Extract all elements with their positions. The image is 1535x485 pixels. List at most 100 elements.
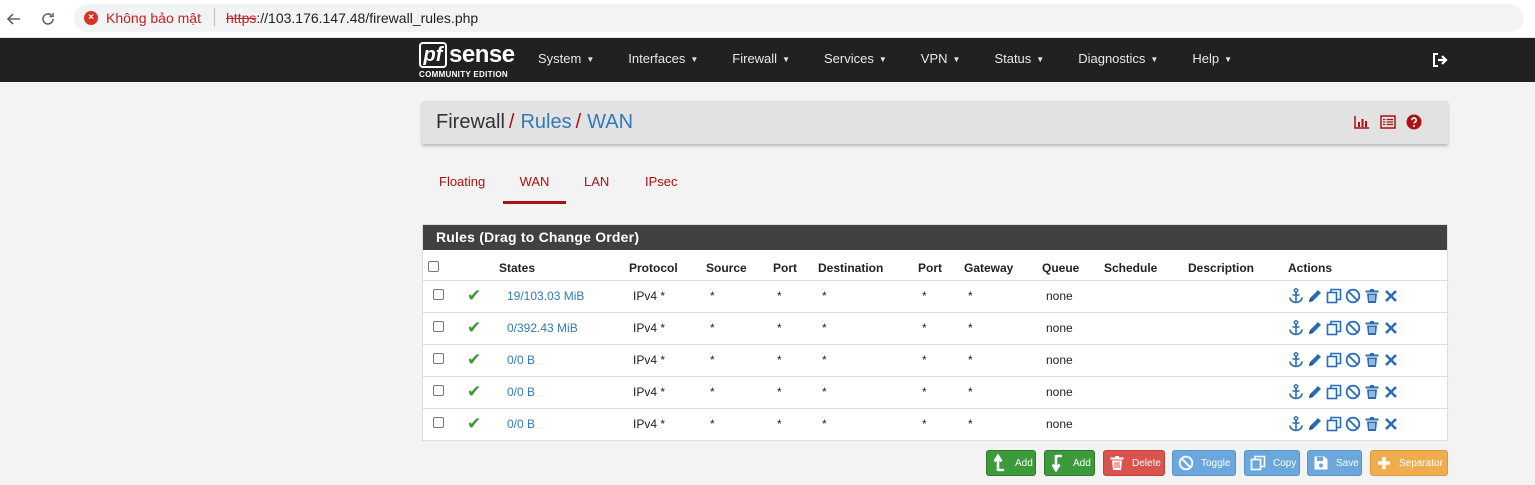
menu-diagnostics[interactable]: Diagnostics ▼ [1078,38,1158,82]
row-queue: none [1042,279,1104,312]
close-icon[interactable] [1383,288,1399,304]
trash-icon[interactable] [1364,352,1380,368]
copy-icon[interactable] [1326,416,1342,432]
url-text[interactable]: https://103.176.147.48/firewall_rules.ph… [226,10,478,26]
anchor-icon[interactable] [1288,288,1304,304]
col-description[interactable]: Description [1188,250,1288,280]
col-source-port[interactable]: Port [773,250,818,280]
col-gateway[interactable]: Gateway [964,250,1042,280]
breadcrumb-rules[interactable]: Rules [520,111,571,133]
col-source[interactable]: Source [706,250,773,280]
col-destination-port[interactable]: Port [918,250,964,280]
trash-icon[interactable] [1364,416,1380,432]
table-row[interactable]: ✔ 19/103.03 MiB IPv4 * * * * * * none [423,279,1449,312]
check-icon[interactable]: ✔ [467,350,481,369]
edit-icon[interactable] [1307,288,1323,304]
pfsense-logo[interactable]: pf sense COMMUNITY EDITION [419,41,515,80]
menu-system[interactable]: System ▼ [538,38,594,82]
add-bottom-button[interactable]: Add [1044,450,1095,476]
check-icon[interactable]: ✔ [467,382,481,401]
row-checkbox[interactable] [433,353,444,364]
table-row[interactable]: ✔ 0/0 B IPv4 * * * * * * none [423,407,1449,440]
row-states[interactable]: 0/392.43 MiB [499,311,629,344]
row-states[interactable]: 0/0 B [499,407,629,440]
col-queue[interactable]: Queue [1042,250,1104,280]
copy-icon[interactable] [1326,288,1342,304]
tab-ipsec[interactable]: IPsec [645,166,678,204]
trash-icon[interactable] [1364,320,1380,336]
menu-interfaces[interactable]: Interfaces ▼ [628,38,698,82]
save-icon [1312,454,1330,472]
check-icon[interactable]: ✔ [467,414,481,433]
copy-icon[interactable] [1326,384,1342,400]
row-destination: * [818,279,918,312]
col-protocol[interactable]: Protocol [629,250,706,280]
copy-icon[interactable] [1326,320,1342,336]
tab-floating[interactable]: Floating [439,166,485,204]
row-checkbox[interactable] [433,417,444,429]
separator-button[interactable]: Separator [1370,450,1448,476]
row-destination: * [818,343,918,376]
row-actions [1288,320,1449,336]
close-icon[interactable] [1383,416,1399,432]
col-states[interactable]: States [499,250,629,280]
menu-vpn[interactable]: VPN ▼ [921,38,961,82]
disable-icon[interactable] [1345,416,1361,432]
row-states[interactable]: 0/0 B [499,375,629,408]
list-icon[interactable] [1380,114,1396,130]
edit-icon[interactable] [1307,320,1323,336]
check-icon[interactable]: ✔ [467,286,481,305]
disable-icon[interactable] [1345,320,1361,336]
close-icon[interactable] [1383,384,1399,400]
delete-button[interactable]: Delete [1103,450,1165,476]
toggle-button[interactable]: Toggle [1172,450,1236,476]
row-checkbox[interactable] [433,385,444,396]
trash-icon[interactable] [1364,384,1380,400]
bar-chart-icon[interactable] [1354,114,1370,130]
edit-icon[interactable] [1307,352,1323,368]
breadcrumb-wan[interactable]: WAN [587,111,633,133]
menu-firewall[interactable]: Firewall ▼ [732,38,790,82]
reload-icon[interactable] [36,7,60,31]
menu-help[interactable]: Help ▼ [1192,38,1232,82]
select-all-checkbox[interactable] [428,260,439,272]
row-states[interactable]: 0/0 B [499,343,629,376]
row-checkbox[interactable] [433,321,444,332]
disable-icon[interactable] [1345,352,1361,368]
row-checkbox[interactable] [433,289,444,300]
edit-icon[interactable] [1307,384,1323,400]
anchor-icon[interactable] [1288,384,1304,400]
anchor-icon[interactable] [1288,320,1304,336]
row-source-port: * [773,375,818,408]
table-row[interactable]: ✔ 0/0 B IPv4 * * * * * * none [423,343,1449,376]
tab-wan[interactable]: WAN [503,166,566,204]
back-icon[interactable] [2,7,26,31]
table-row[interactable]: ✔ 0/392.43 MiB IPv4 * * * * * * none [423,311,1449,344]
menu-services[interactable]: Services ▼ [824,38,887,82]
save-button[interactable]: Save [1307,450,1362,476]
col-destination[interactable]: Destination [818,250,918,280]
help-icon[interactable] [1406,114,1422,130]
disable-icon[interactable] [1345,384,1361,400]
add-top-button[interactable]: Add [986,450,1036,476]
security-warning[interactable]: × Không bảo mật [84,10,201,26]
menu-status[interactable]: Status ▼ [994,38,1044,82]
close-icon[interactable] [1383,320,1399,336]
col-schedule[interactable]: Schedule [1104,250,1188,280]
row-states[interactable]: 19/103.03 MiB [499,279,629,312]
copy-icon[interactable] [1326,352,1342,368]
logo-pf: pf [419,42,447,68]
check-icon[interactable]: ✔ [467,318,481,337]
close-icon[interactable] [1383,352,1399,368]
anchor-icon[interactable] [1288,352,1304,368]
disable-icon[interactable] [1345,288,1361,304]
tab-lan[interactable]: LAN [584,166,609,204]
logout-icon[interactable] [1431,51,1449,69]
anchor-icon[interactable] [1288,416,1304,432]
edit-icon[interactable] [1307,416,1323,432]
menu-label: Firewall [732,51,778,66]
table-row[interactable]: ✔ 0/0 B IPv4 * * * * * * none [423,375,1449,408]
trash-icon[interactable] [1364,288,1380,304]
row-description [1188,375,1288,408]
copy-button[interactable]: Copy [1244,450,1300,476]
